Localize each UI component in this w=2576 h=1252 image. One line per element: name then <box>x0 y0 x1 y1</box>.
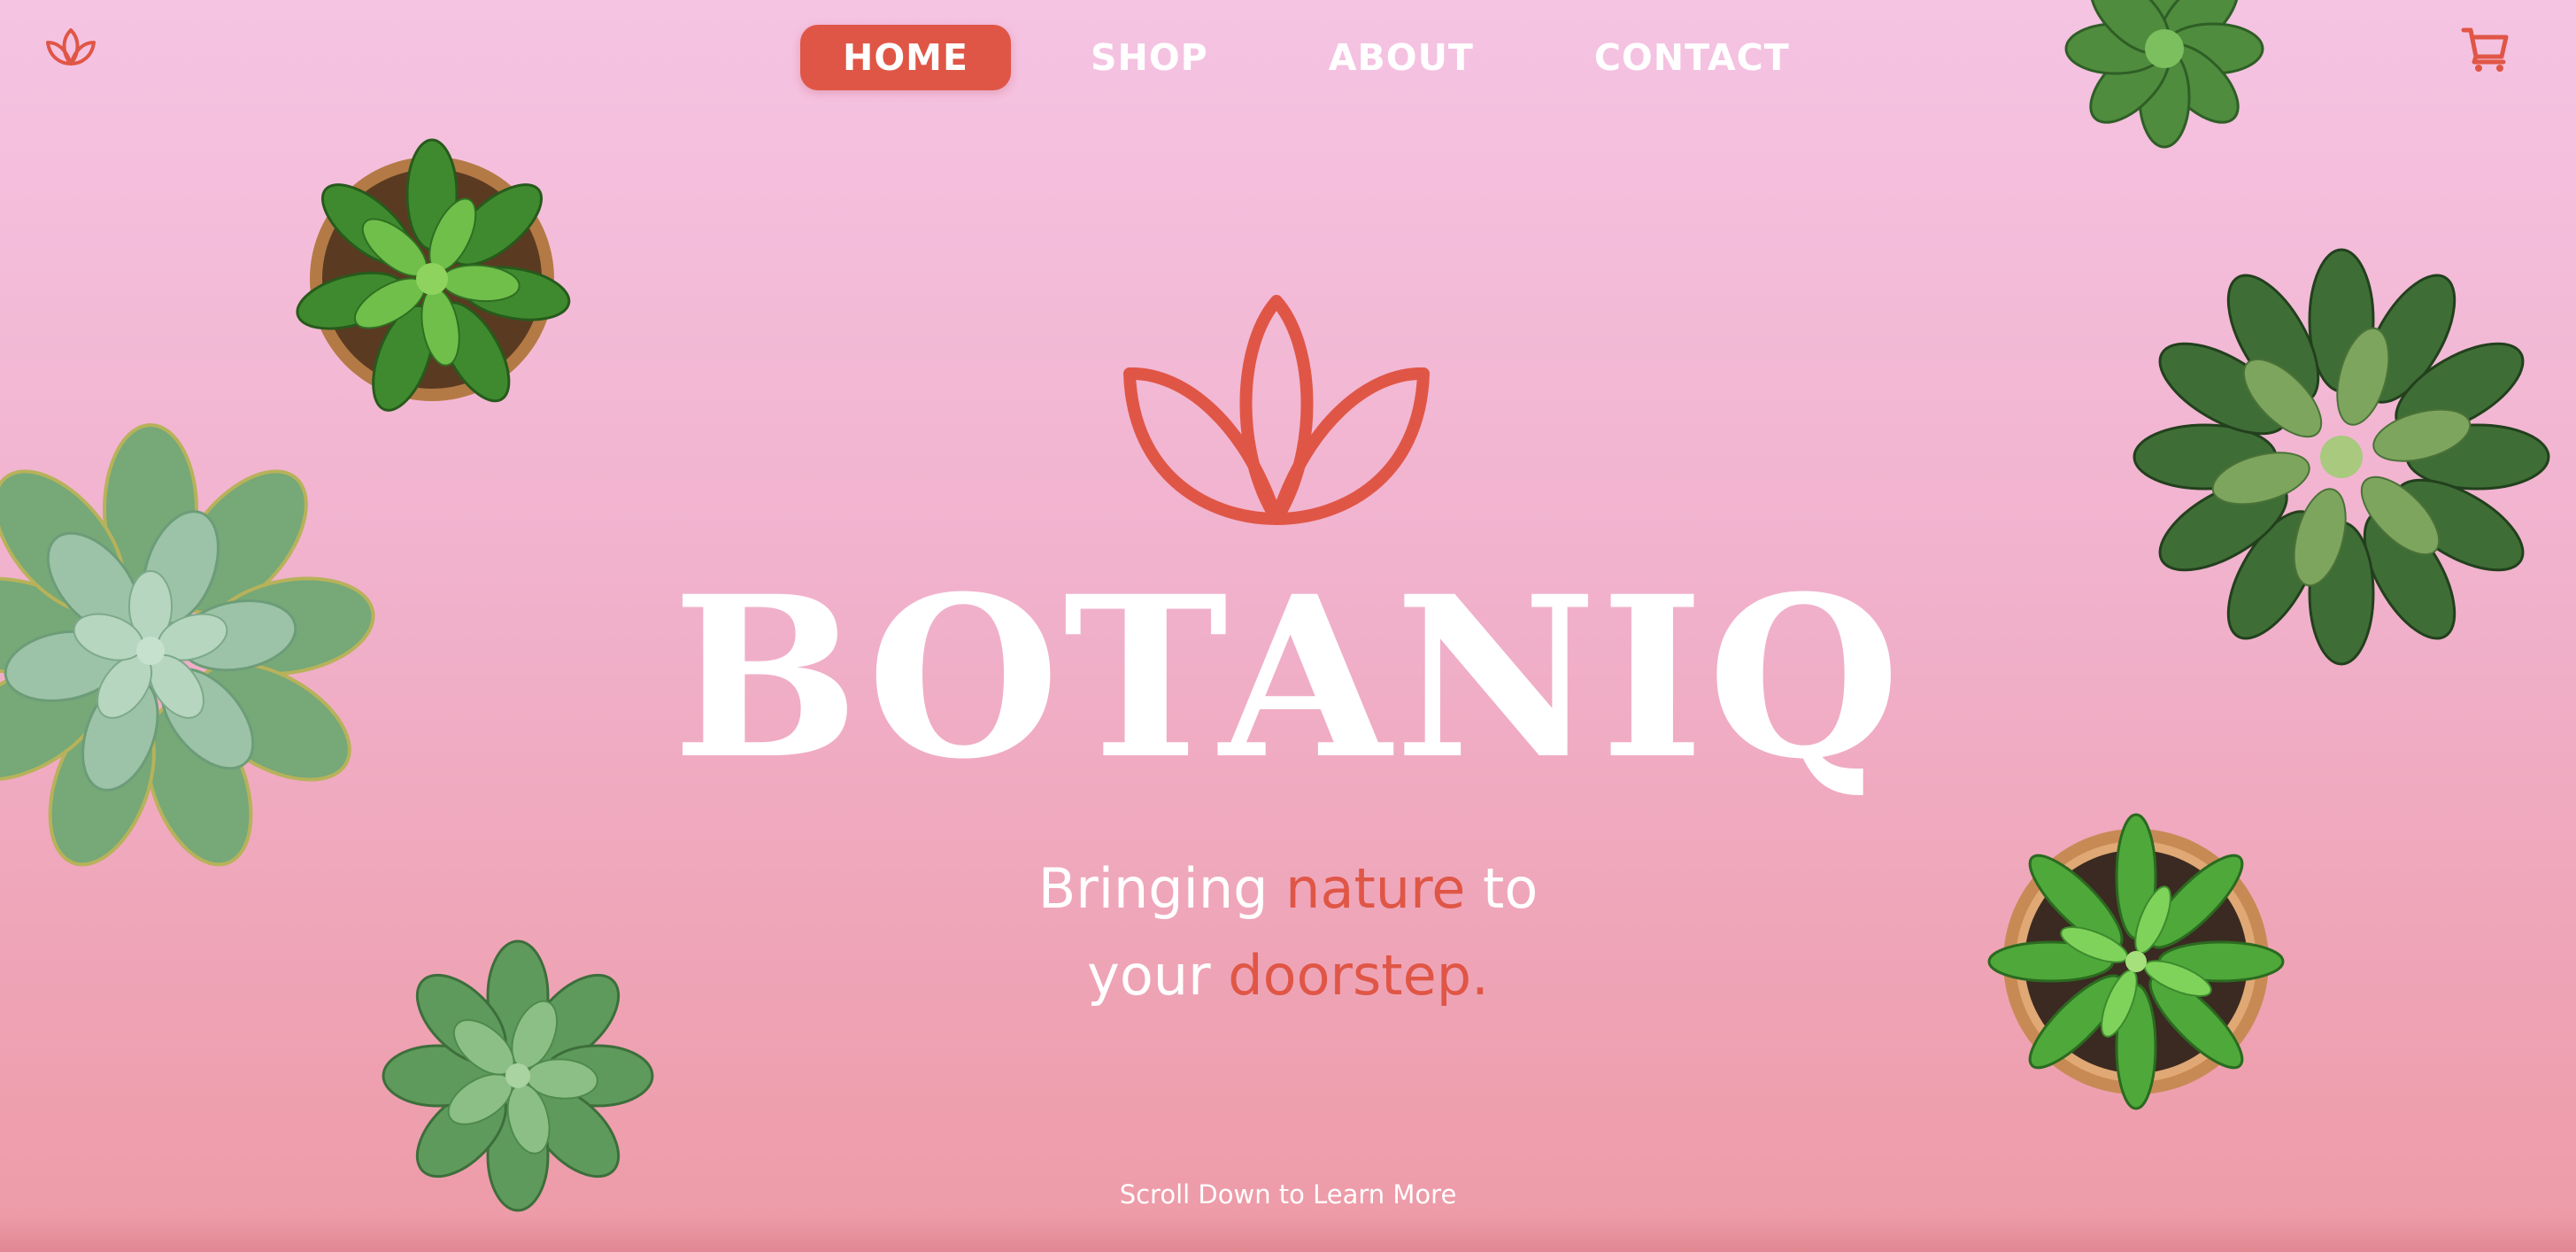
bottom-fade <box>0 1217 2576 1252</box>
tagline-text: your <box>1087 943 1229 1008</box>
nav-contact[interactable]: CONTACT <box>1594 25 1790 90</box>
nav-shop[interactable]: SHOP <box>1091 25 1208 90</box>
tagline-accent-nature: nature <box>1285 856 1466 921</box>
shopping-cart-icon <box>2461 27 2509 72</box>
top-nav: HOME SHOP ABOUT CONTACT <box>0 0 2576 115</box>
lotus-icon <box>1123 295 1430 525</box>
nav-links: HOME SHOP ABOUT CONTACT <box>800 25 1790 90</box>
nav-home[interactable]: HOME <box>800 25 1011 90</box>
tagline-text: to <box>1465 856 1539 921</box>
landing-page: HOME SHOP ABOUT CONTACT BOTANIQ Bringing… <box>0 0 2576 1252</box>
nav-about[interactable]: ABOUT <box>1329 25 1474 90</box>
potted-plant-top-left <box>296 133 571 416</box>
cart-button[interactable] <box>2461 25 2510 74</box>
lotus-logo-icon[interactable] <box>44 27 97 67</box>
potted-plant-image <box>296 138 571 412</box>
tagline-accent-doorstep: doorstep. <box>1228 943 1489 1008</box>
hero-lotus-icon <box>1122 292 1431 528</box>
scroll-down-hint[interactable]: Scroll Down to Learn More <box>0 1179 2576 1209</box>
lotus-icon <box>46 28 96 66</box>
brand-title: BOTANIQ <box>672 547 1904 808</box>
hero-tagline: Bringing nature to your doorstep. <box>0 846 2576 1019</box>
tagline-text: Bringing <box>1037 856 1286 921</box>
